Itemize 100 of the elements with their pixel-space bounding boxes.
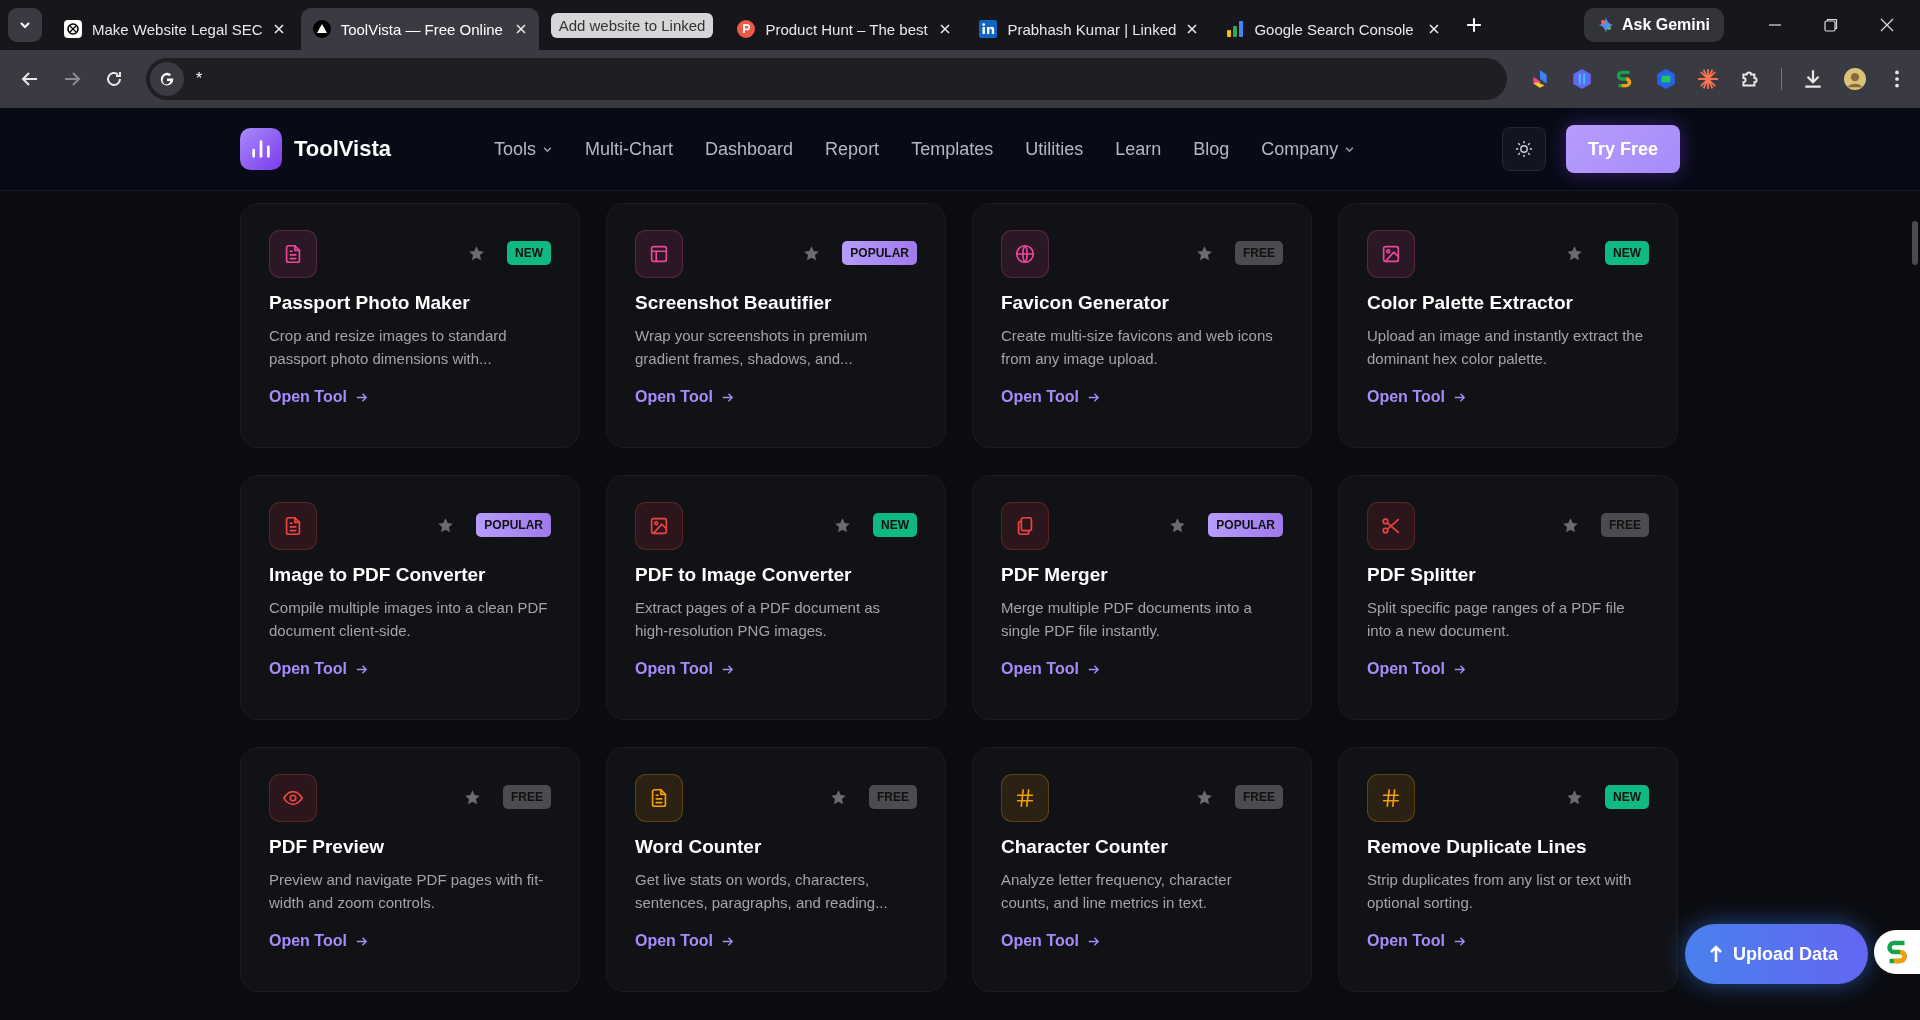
tool-badge: FREE bbox=[503, 785, 551, 809]
star-icon[interactable] bbox=[834, 516, 851, 534]
star-icon[interactable] bbox=[803, 244, 821, 262]
hexagon-icon[interactable] bbox=[1571, 68, 1593, 90]
tab-group-label[interactable]: Add website to Linked bbox=[550, 12, 714, 38]
upload-data-button[interactable]: Upload Data bbox=[1685, 924, 1868, 984]
nav-link[interactable]: Utilities bbox=[1025, 138, 1084, 160]
open-tool-link[interactable]: Open Tool bbox=[635, 388, 734, 406]
tool-title: Character Counter bbox=[1001, 836, 1169, 858]
tool-title: PDF Splitter bbox=[1367, 564, 1477, 586]
browser-tab[interactable]: Product Hunt – The best bbox=[725, 8, 964, 50]
tab-title: Prabhash Kumar | Linked bbox=[1007, 20, 1177, 38]
nav-link[interactable]: Learn bbox=[1115, 138, 1162, 160]
arrow-up-icon bbox=[1709, 945, 1723, 963]
tool-title: PDF to Image Converter bbox=[635, 564, 853, 586]
tab-title: Google Search Console bbox=[1254, 20, 1415, 38]
bar-chart-icon bbox=[1226, 20, 1245, 38]
star-icon[interactable] bbox=[1566, 788, 1583, 806]
close-icon[interactable] bbox=[514, 23, 527, 35]
cube-icon[interactable] bbox=[1655, 68, 1677, 90]
open-tool-link[interactable]: Open Tool bbox=[1001, 932, 1100, 950]
tool-title: PDF Preview bbox=[269, 836, 386, 858]
browser-tab[interactable]: Google Search Console bbox=[1214, 8, 1453, 50]
tool-badge: FREE bbox=[1601, 513, 1649, 537]
tool-title: PDF Merger bbox=[1001, 564, 1109, 586]
tool-description: Preview and navigate PDF pages with fit-width and zoom controls. bbox=[269, 870, 545, 913]
star-icon[interactable] bbox=[1562, 516, 1579, 534]
close-window-icon[interactable] bbox=[1880, 18, 1894, 32]
star-icon[interactable] bbox=[464, 788, 481, 806]
open-tool-link[interactable]: Open Tool bbox=[269, 660, 368, 678]
logo-icon[interactable] bbox=[240, 128, 282, 170]
tool-badge: NEW bbox=[873, 513, 917, 537]
tool-description: Merge multiple PDF documents into a single PDF file instantly. bbox=[1001, 598, 1253, 641]
knot-icon bbox=[64, 20, 82, 38]
starburst-icon[interactable] bbox=[1697, 68, 1719, 90]
open-tool-link[interactable]: Open Tool bbox=[1001, 388, 1100, 406]
tool-badge: NEW bbox=[507, 241, 551, 265]
close-icon[interactable] bbox=[939, 23, 952, 35]
new-tab-icon[interactable] bbox=[1466, 17, 1483, 33]
tool-description: Strip duplicates from any list or text with optional sorting. bbox=[1367, 870, 1633, 913]
open-tool-link[interactable]: Open Tool bbox=[635, 932, 734, 950]
s-shape-badge[interactable] bbox=[1874, 930, 1920, 974]
star-icon[interactable] bbox=[1566, 244, 1583, 262]
avatar-icon[interactable] bbox=[1844, 68, 1866, 90]
nav-link[interactable]: Multi-Chart bbox=[585, 138, 674, 160]
open-tool-link[interactable]: Open Tool bbox=[1367, 388, 1466, 406]
tab-search-button[interactable] bbox=[8, 8, 42, 42]
open-tool-link[interactable]: Open Tool bbox=[269, 388, 368, 406]
open-tool-link[interactable]: Open Tool bbox=[1367, 660, 1466, 678]
close-icon[interactable] bbox=[272, 23, 285, 35]
nav-link[interactable]: Templates bbox=[911, 138, 994, 160]
tool-badge: FREE bbox=[869, 785, 917, 809]
scrollbar-thumb[interactable] bbox=[1912, 221, 1918, 265]
tool-title: Favicon Generator bbox=[1001, 292, 1170, 314]
nav-link[interactable]: Dashboard bbox=[705, 138, 794, 160]
nav-link[interactable]: Tools bbox=[494, 138, 553, 160]
theme-toggle-button[interactable] bbox=[1501, 127, 1546, 171]
tool-description: Wrap your screenshots in premium gradient frames, shadows, and... bbox=[635, 326, 869, 369]
tab-title: ToolVista — Free Online bbox=[340, 20, 504, 38]
browser-tab[interactable]: ToolVista — Free Online bbox=[300, 8, 539, 50]
site-logo[interactable]: ToolVista bbox=[294, 136, 391, 162]
tool-description: Split specific page ranges of a PDF file into a new document. bbox=[1367, 598, 1626, 641]
nav-link[interactable]: Blog bbox=[1193, 138, 1230, 160]
star-icon[interactable] bbox=[1169, 516, 1187, 534]
tool-title: Word Counter bbox=[635, 836, 763, 858]
tab-title: Make Website Legal SEC bbox=[92, 20, 263, 38]
star-icon[interactable] bbox=[1196, 788, 1213, 806]
star-icon[interactable] bbox=[437, 516, 455, 534]
tool-description: Create multi-size favicons and web icons from any image upload. bbox=[1001, 326, 1274, 369]
p-circle-icon bbox=[737, 20, 756, 38]
tool-badge: NEW bbox=[1605, 241, 1649, 265]
nav-link[interactable]: Report bbox=[825, 138, 880, 160]
tool-badge: FREE bbox=[1235, 785, 1283, 809]
star-icon[interactable] bbox=[1196, 244, 1213, 262]
browser-tab[interactable]: Prabhash Kumar | Linked bbox=[967, 8, 1211, 50]
tool-description: Analyze letter frequency, character counts, and line metrics in text. bbox=[1001, 870, 1233, 913]
open-tool-link[interactable]: Open Tool bbox=[635, 660, 734, 678]
star-icon[interactable] bbox=[830, 788, 847, 806]
open-tool-link[interactable]: Open Tool bbox=[1001, 660, 1100, 678]
tool-description: Extract pages of a PDF document as high-resolution PNG images. bbox=[635, 598, 882, 641]
tool-title: Remove Duplicate Lines bbox=[1367, 836, 1588, 858]
star-icon[interactable] bbox=[468, 244, 485, 262]
close-icon[interactable] bbox=[1186, 23, 1199, 35]
sparkle-icon bbox=[1597, 17, 1614, 33]
nav-link[interactable]: Company bbox=[1261, 138, 1356, 160]
tool-description: Upload an image and instantly extract the dominant hex color palette. bbox=[1367, 326, 1644, 369]
address-text: * bbox=[196, 70, 203, 88]
download-icon[interactable] bbox=[1802, 68, 1824, 90]
restore-icon[interactable] bbox=[1824, 18, 1838, 32]
extensions-icon[interactable] bbox=[1739, 68, 1761, 90]
tool-description: Get live stats on words, characters, sentences, paragraphs, and reading... bbox=[635, 870, 889, 913]
open-tool-link[interactable]: Open Tool bbox=[1367, 932, 1466, 950]
address-bar[interactable]: * bbox=[146, 58, 1507, 100]
ask-gemini-button[interactable]: Ask Gemini bbox=[1583, 8, 1724, 42]
open-tool-link[interactable]: Open Tool bbox=[269, 932, 368, 950]
tool-badge: POPULAR bbox=[476, 513, 551, 537]
close-icon[interactable] bbox=[1428, 23, 1441, 35]
tool-title: Color Palette Extractor bbox=[1367, 292, 1574, 314]
reload-icon[interactable] bbox=[104, 69, 124, 89]
browser-tab[interactable]: Make Website Legal SEC bbox=[52, 8, 297, 50]
